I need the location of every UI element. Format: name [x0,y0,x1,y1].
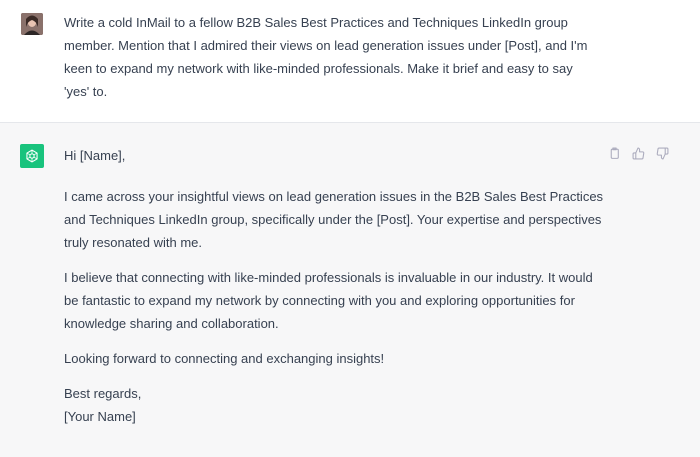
greeting: Hi [Name], [64,148,126,163]
thumbs-up-icon[interactable] [630,145,646,161]
user-message-text: Write a cold InMail to a fellow B2B Sale… [64,15,588,99]
sign-off: Best regards, [64,386,142,401]
user-message: Write a cold InMail to a fellow B2B Sale… [0,0,700,123]
paragraph-2: I believe that connecting with like-mind… [64,270,593,331]
message-actions [606,145,670,161]
signature: [Your Name] [64,409,136,424]
sign-off-block: Best regards, [Your Name] [64,382,610,428]
assistant-message-text: Hi [Name], I came across your insightful… [64,123,700,457]
thumbs-down-icon[interactable] [654,145,670,161]
paragraph-3: Looking forward to connecting and exchan… [64,351,385,366]
copy-icon[interactable] [606,145,622,161]
chat-thread: Write a cold InMail to a fellow B2B Sale… [0,0,700,457]
chatgpt-logo-icon [20,144,44,168]
paragraph-1: I came across your insightful views on l… [64,189,604,250]
assistant-message: Hi [Name], I came across your insightful… [0,123,700,457]
user-avatar [21,13,43,35]
